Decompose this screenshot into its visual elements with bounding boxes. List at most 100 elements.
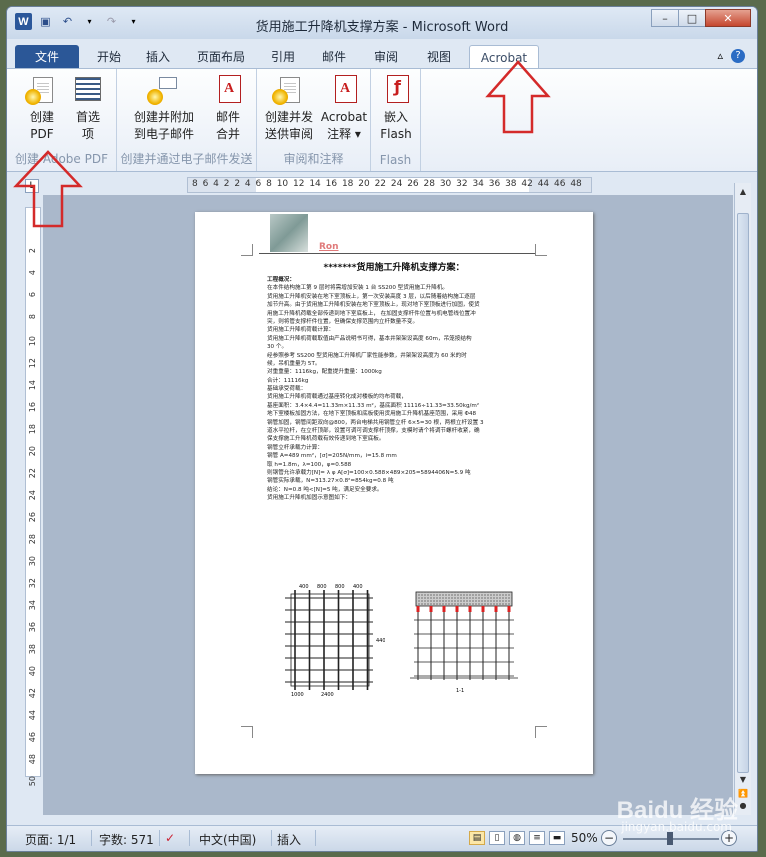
tab-review[interactable]: 审阅 xyxy=(363,45,409,69)
create-attach-label-1: 创建并附加 xyxy=(133,110,194,124)
word-count[interactable]: 字数: 571 xyxy=(99,831,154,848)
page-count[interactable]: 页面: 1/1 xyxy=(25,831,76,848)
language-indicator[interactable]: 中文(中国) xyxy=(199,831,256,848)
document-line: 货用施工升降机荷载通过基座转化成对楼板的均布荷载， xyxy=(267,394,407,401)
scaffold-section-drawing: 1-1 xyxy=(410,591,518,694)
scroll-thumb[interactable] xyxy=(737,213,749,773)
minimize-ribbon-icon[interactable]: ▵ xyxy=(717,49,723,63)
minimize-button[interactable]: – xyxy=(651,9,679,27)
document-body[interactable]: 工程概况： 在本件结构施工第 9 层时将需增加安装 1 台 SS200 型货用施… xyxy=(267,276,535,503)
mail-merge-label-1: 邮件 xyxy=(215,110,240,124)
document-line: 加节升高。由于货用施工升降机安装在地下室顶板上，现对地下室顶板进行加固，使货 xyxy=(267,302,480,309)
horizontal-ruler[interactable]: 8 6 4 2 2 4 6 8 10 12 14 16 18 20 22 24 … xyxy=(187,177,592,193)
ruler-number: 26 xyxy=(28,512,37,523)
tab-home[interactable]: 开始 xyxy=(85,45,133,69)
document-line: 钢管加固，钢管间距双向@800，两台电梯共用钢管立杆 6×5=30 根，两根立杆… xyxy=(267,419,484,426)
tab-file[interactable]: 文件 xyxy=(15,45,79,69)
document-line: 在本件结构施工第 9 层时将需增加安装 1 台 SS200 型货用施工升降机。 xyxy=(267,285,449,292)
tab-references[interactable]: 引用 xyxy=(261,45,305,69)
ruler-number: 34 xyxy=(28,600,37,611)
document-line: 货用施工升降机荷载取值由产品说明书可得，基本井架架设高度 60m，吊笼按结构 xyxy=(267,335,472,342)
document-line: 工程概况： xyxy=(267,277,295,283)
insert-mode[interactable]: 插入 xyxy=(277,831,301,848)
tab-mailings[interactable]: 邮件 xyxy=(311,45,357,69)
scroll-down-icon[interactable]: ▼ xyxy=(737,775,749,787)
outline-view-icon[interactable]: ≡ xyxy=(529,831,545,845)
ruler-number: 10 xyxy=(28,336,37,347)
ruler-number: 14 xyxy=(28,380,37,391)
create-send-review-button[interactable]: 创建并发 送供审阅 xyxy=(261,75,317,143)
tab-insert[interactable]: 插入 xyxy=(135,45,181,69)
group-flash: 嵌入 Flash Flash xyxy=(371,69,421,171)
tab-view[interactable]: 视图 xyxy=(415,45,463,69)
window-title: 货用施工升降机支撑方案 - Microsoft Word xyxy=(255,20,509,35)
envelope-icon xyxy=(159,77,177,89)
title-bar: W ▣ ↶ ▾ ↷ ▾ 货用施工升降机支撑方案 - Microsoft Word… xyxy=(7,7,757,39)
scroll-up-icon[interactable]: ▲ xyxy=(737,187,749,199)
ruler-number: 16 xyxy=(28,402,37,413)
ruler-number: 22 xyxy=(28,468,37,479)
zoom-out-icon[interactable]: − xyxy=(601,830,617,846)
document-line: 取 h=1.8m，λ=100，φ=0.588 xyxy=(267,461,352,468)
acrobat-comments-label-1: Acrobat xyxy=(320,110,368,124)
group-review: 创建并发 送供审阅 Acrobat 注释 ▾ 审阅和注释 xyxy=(257,69,371,171)
browse-object-icon[interactable]: ● xyxy=(737,801,749,813)
baidu-watermark-url: jingyan.baidu.com xyxy=(621,820,732,834)
ruler-number: 30 xyxy=(28,556,37,567)
document-line: 结论：N=0.8 吨<[N]=5 吨，满足安全要求。 xyxy=(267,486,383,493)
help-icon[interactable]: ? xyxy=(731,49,745,63)
create-pdf-label-1: 创建 xyxy=(29,110,54,124)
ruler-number: 20 xyxy=(28,446,37,457)
draft-view-icon[interactable]: ▬ xyxy=(549,831,565,845)
embed-flash-button[interactable]: 嵌入 Flash xyxy=(371,75,421,143)
ruler-number: 4 xyxy=(28,270,37,276)
tab-page-layout[interactable]: 页面布局 xyxy=(183,45,259,69)
reading-layout-icon[interactable]: ▯ xyxy=(489,831,505,845)
create-pdf-button[interactable]: 创建 PDF xyxy=(17,75,67,143)
document-line: 候，吊机重量为 5T。 xyxy=(267,360,321,367)
embed-flash-label-2: Flash xyxy=(380,127,412,141)
star-icon xyxy=(25,89,41,105)
group-label-email: 创建并通过电子邮件发送 xyxy=(120,152,253,166)
document-page[interactable]: Ron *******货用施工升降机支撑方案： 工程概况： 在本件结构施工第 9… xyxy=(195,212,593,774)
preferences-icon xyxy=(75,77,101,101)
maximize-button[interactable]: □ xyxy=(678,9,706,27)
vertical-ruler[interactable]: 2 4 6 8 10 12 14 16 18 20 22 24 26 28 30 32 34 36 38 40 42 44… xyxy=(25,207,41,786)
star-icon xyxy=(147,89,163,105)
zoom-level[interactable]: 50% xyxy=(571,831,598,845)
section-label: 1-1 xyxy=(456,688,464,694)
print-layout-icon[interactable]: ▤ xyxy=(469,831,485,845)
document-line: 合计：11116kg xyxy=(267,377,309,384)
arrow-up-annotation-acrobat xyxy=(485,60,551,134)
acrobat-comments-button[interactable]: Acrobat 注释 ▾ xyxy=(317,75,371,143)
document-line: 用施工升降机荷载全部传递到地下室底板上， 在加固支撑杆件位置与机电管线位置冲 xyxy=(267,310,476,317)
ruler-number: 42 xyxy=(28,688,37,699)
dim-label: 800 xyxy=(317,584,327,590)
proofing-icon[interactable]: ✓ xyxy=(165,831,175,845)
ruler-number: 12 xyxy=(28,358,37,369)
preferences-label-1: 首选 xyxy=(75,110,100,124)
create-attach-email-button[interactable]: 创建并附加 到电子邮件 xyxy=(129,75,199,143)
ruler-number: 46 xyxy=(28,732,37,743)
mail-merge-button[interactable]: 邮件 合并 xyxy=(203,75,253,143)
web-layout-icon[interactable]: ◍ xyxy=(509,831,525,845)
ruler-number: 8 xyxy=(28,314,37,320)
close-button[interactable]: ✕ xyxy=(705,9,751,27)
document-line: 对重重量：1116kg，配重提升重量：1000kg xyxy=(267,369,382,376)
create-send-label-1: 创建并发 xyxy=(264,110,313,124)
document-line: 突，则将管支撑杆件位置，但确保支撑范围内立杆数量不变。 xyxy=(267,318,419,325)
ruler-number: 40 xyxy=(28,666,37,677)
document-area[interactable]: Ron *******货用施工升降机支撑方案： 工程概况： 在本件结构施工第 9… xyxy=(43,195,733,815)
prev-page-icon[interactable]: ⏫ xyxy=(737,789,749,801)
arrow-up-annotation-left xyxy=(13,150,83,228)
ruler-number: 38 xyxy=(28,644,37,655)
document-line: 则钢管允许承载力[N]= λ φ A[σ]=100×0.588×489×205=… xyxy=(267,469,471,476)
ruler-number: 18 xyxy=(28,424,37,435)
preferences-button[interactable]: 首选 项 xyxy=(63,75,113,143)
vertical-scrollbar[interactable]: ▲ ▼ ⏫ ● xyxy=(734,183,751,815)
ruler-number: 2 xyxy=(28,248,37,254)
dim-label: 800 xyxy=(335,584,345,590)
dim-label: 2400 xyxy=(321,692,334,698)
scaffold-plan-drawing: 400 800 800 400 1000 2400 4400 xyxy=(285,584,385,698)
ruler-number: 48 xyxy=(28,754,37,765)
